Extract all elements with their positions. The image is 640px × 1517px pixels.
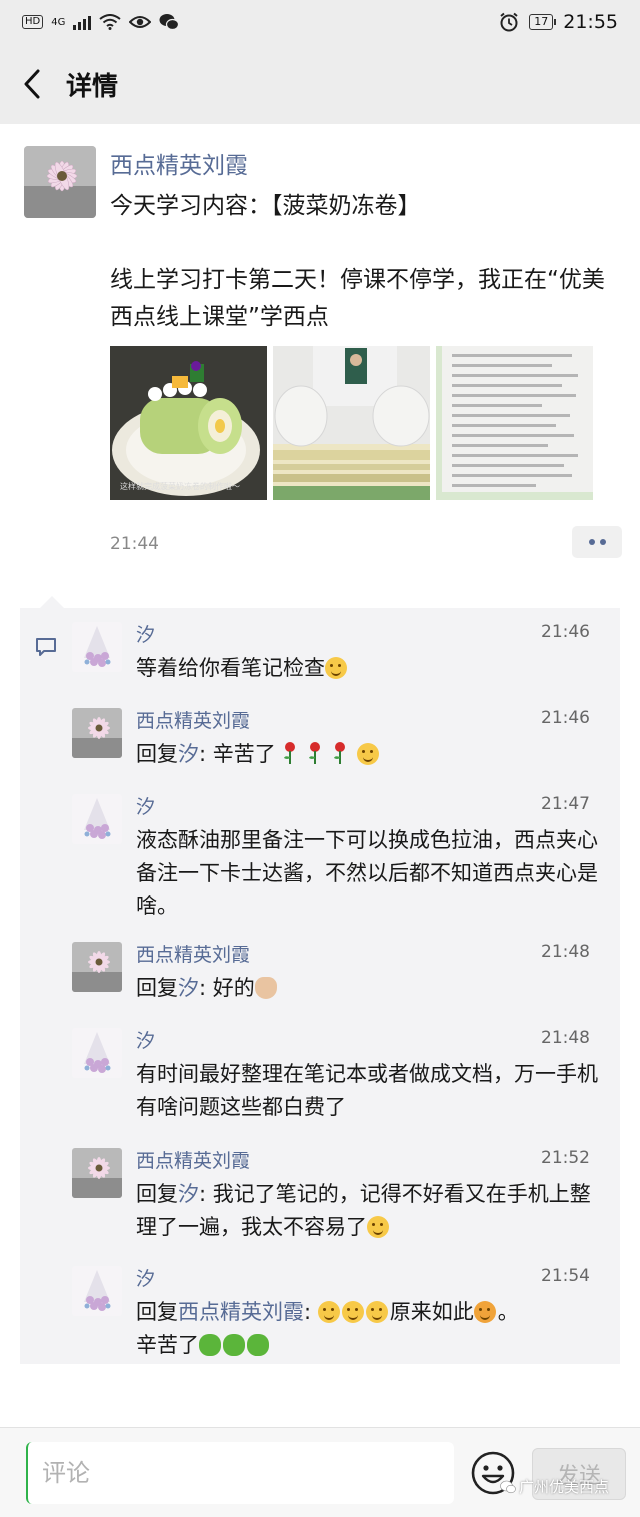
crying-emoji-icon	[367, 1216, 389, 1238]
rose-icon	[309, 742, 321, 764]
post-image-rolling[interactable]	[273, 346, 430, 500]
comment-time: 21:48	[541, 1028, 590, 1048]
crying-emoji-icon	[325, 657, 347, 679]
avatar[interactable]	[72, 1028, 122, 1078]
avatar[interactable]	[72, 708, 122, 758]
status-time: 21:55	[563, 11, 618, 33]
comment-text: 回复汐: 辛苦了	[136, 738, 602, 771]
frog-emoji-icon	[223, 1334, 245, 1356]
comment-item[interactable]: 西点精英刘霞 21:46 回复汐: 辛苦了	[20, 694, 620, 780]
laughing-emoji-icon	[317, 1301, 340, 1323]
avatar[interactable]	[24, 146, 96, 218]
battery-indicator: 17	[529, 14, 557, 30]
comment-author[interactable]: 西点精英刘霞	[136, 706, 250, 733]
comments-arrow	[40, 596, 64, 608]
comment-time: 21:46	[541, 622, 590, 642]
page-title: 详情	[66, 71, 119, 102]
laughing-emoji-icon	[341, 1301, 364, 1323]
wechat-logo-icon	[500, 1480, 516, 1493]
status-bar: HD 4G 17 21:55	[0, 0, 640, 44]
comment-text: 回复汐: 我记了笔记的，记得不好看又在手机上整理了一遍，我太不容易了	[136, 1182, 591, 1239]
comment-item[interactable]: 汐 21:47 液态酥油那里备注一下可以换成色拉油，西点夹心备注一下卡士达酱，不…	[20, 780, 620, 928]
avatar[interactable]	[72, 1148, 122, 1198]
comment-author[interactable]: 西点精英刘霞	[136, 1146, 250, 1173]
comment-item[interactable]: 汐 21:48 有时间最好整理在笔记本或者做成文档，万一手机有啥问题这些都白费了	[20, 1014, 620, 1134]
comment-time: 21:48	[541, 942, 590, 962]
image-caption: 这样就完成菠菜奶冻卷的制作啦～	[120, 482, 240, 491]
comments-panel: 汐 21:46 等着给你看笔记检查 西点精英刘霞 21:46 回复汐: 辛苦了 …	[20, 608, 620, 1364]
post-image-cake-roll[interactable]: 这样就完成菠菜奶冻卷的制作啦～	[110, 346, 267, 500]
alarm-icon	[500, 12, 518, 32]
post-author[interactable]: 西点精英刘霞	[110, 146, 248, 180]
comment-item[interactable]: 西点精英刘霞 21:52 回复汐: 我记了笔记的，记得不好看又在手机上整理了一遍…	[20, 1134, 620, 1252]
comment-item[interactable]: 汐 21:54 回复西点精英刘霞: 原来如此。辛苦了	[20, 1252, 620, 1364]
laughing-emoji-icon	[356, 743, 379, 765]
frog-emoji-icon	[247, 1334, 269, 1356]
nav-bar: 详情	[0, 44, 640, 124]
comment-time: 21:47	[541, 794, 590, 814]
comment-input-bar: 发送	[0, 1427, 640, 1517]
hd-icon: HD	[22, 15, 44, 29]
post-text-line1-end: 】	[397, 193, 421, 219]
avatar[interactable]	[72, 1266, 122, 1316]
comment-text: 液态酥油那里备注一下可以换成色拉油，西点夹心备注一下卡士达酱，不然以后都不知道西…	[136, 828, 598, 918]
comment-text: 等着给你看笔记检查	[136, 652, 602, 685]
comment-item[interactable]: 汐 21:46 等着给你看笔记检查	[20, 608, 620, 694]
reply-target[interactable]: 汐	[178, 976, 199, 1000]
avatar[interactable]	[72, 794, 122, 844]
watermark: 广州优美西点	[500, 1476, 609, 1497]
post-image-grid: 这样就完成菠菜奶冻卷的制作啦～	[110, 346, 593, 500]
reply-target[interactable]: 汐	[178, 1182, 199, 1206]
post-image-recipe[interactable]	[436, 346, 593, 500]
reply-target[interactable]: 西点精英刘霞	[178, 1300, 304, 1324]
comment-input[interactable]	[26, 1442, 454, 1504]
ok-hand-emoji-icon	[254, 977, 277, 999]
comment-author[interactable]: 汐	[136, 1026, 155, 1053]
comment-text: 回复汐: 好的	[136, 972, 602, 1005]
sad-emoji-icon	[473, 1301, 496, 1323]
avatar[interactable]	[72, 942, 122, 992]
comment-time: 21:54	[541, 1266, 590, 1286]
rose-icon	[284, 742, 296, 764]
avatar[interactable]	[72, 622, 122, 672]
comment-time: 21:52	[541, 1148, 590, 1168]
post-text-line1: 今天学习内容：【菠菜奶冻卷	[110, 193, 398, 219]
comment-text: 回复西点精英刘霞: 原来如此。辛苦了	[136, 1300, 519, 1357]
comment-author[interactable]: 汐	[136, 792, 155, 819]
back-icon[interactable]	[2, 44, 62, 124]
post-time: 21:44	[110, 534, 159, 554]
comment-text: 有时间最好整理在笔记本或者做成文档，万一手机有啥问题这些都白费了	[136, 1062, 598, 1119]
wechat-icon	[159, 14, 180, 31]
reply-target[interactable]: 汐	[178, 742, 199, 766]
frog-emoji-icon	[199, 1334, 221, 1356]
comment-time: 21:46	[541, 708, 590, 728]
rose-icon	[333, 742, 345, 764]
signal-icon	[73, 14, 92, 30]
comment-author[interactable]: 汐	[136, 620, 155, 647]
comment-item[interactable]: 西点精英刘霞 21:48 回复汐: 好的	[20, 928, 620, 1014]
eye-icon	[129, 16, 152, 28]
more-button[interactable]	[572, 526, 622, 558]
laughing-emoji-icon	[365, 1301, 388, 1323]
comment-author[interactable]: 汐	[136, 1264, 155, 1291]
comment-author[interactable]: 西点精英刘霞	[136, 940, 250, 967]
network-label: 4G	[51, 16, 66, 28]
wifi-icon	[99, 14, 121, 30]
post-text-para2: 线上学习打卡第二天！停课不停学，我正在“优美西点线上课堂”学西点	[110, 267, 605, 330]
